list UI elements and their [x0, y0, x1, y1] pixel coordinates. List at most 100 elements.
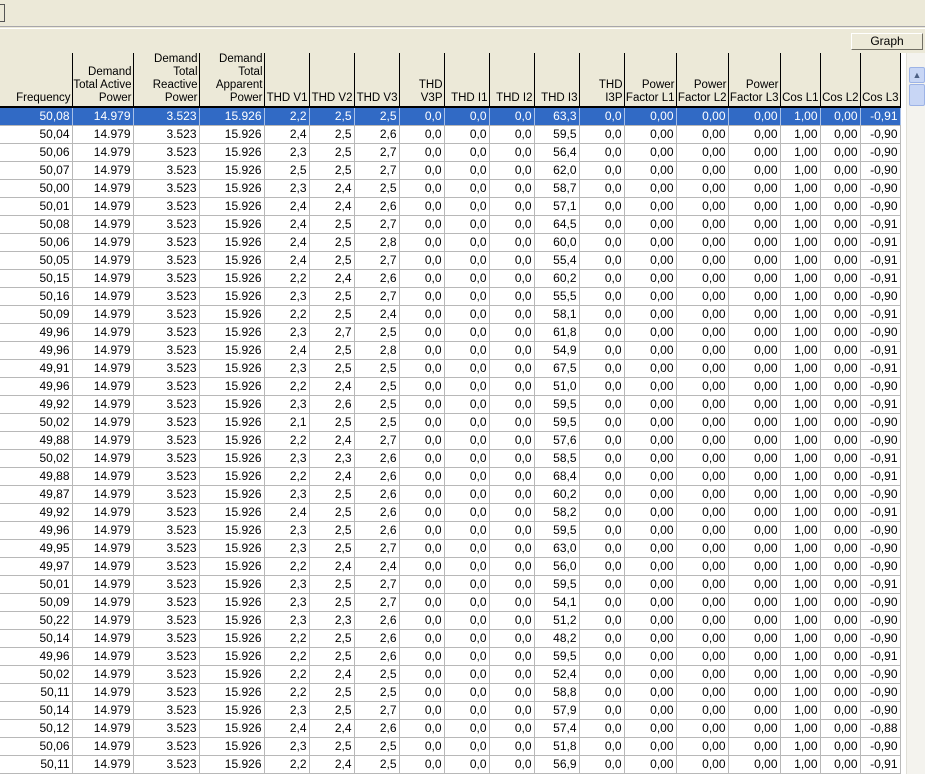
table-cell[interactable]: 0,00 [624, 143, 677, 162]
table-cell[interactable]: 0,00 [728, 539, 781, 558]
table-cell[interactable]: 14.979 [72, 683, 134, 702]
table-row[interactable]: 49,91 14.979 3.523 15.926 2,3 2,5 2,5 0,0 0,0 0,0… [0, 359, 901, 378]
table-cell[interactable]: 0,0 [399, 323, 445, 342]
table-cell[interactable]: 0,0 [579, 449, 625, 468]
table-cell[interactable]: -0,91 [860, 755, 901, 774]
table-cell[interactable]: 59,5 [534, 395, 580, 414]
table-cell[interactable]: 50,12 [0, 719, 73, 738]
table-cell[interactable]: 0,00 [624, 611, 677, 630]
table-row[interactable]: 50,06 14.979 3.523 15.926 2,3 2,5 2,5 0,0 0,0 0,0… [0, 737, 901, 756]
table-cell[interactable]: 0,0 [489, 197, 535, 216]
table-cell[interactable]: 0,00 [820, 341, 861, 360]
table-cell[interactable]: 2,4 [264, 233, 310, 252]
table-cell[interactable]: 56,4 [534, 143, 580, 162]
table-cell[interactable]: 0,00 [624, 413, 677, 432]
table-cell[interactable]: 64,5 [534, 215, 580, 234]
table-cell[interactable]: 0,00 [676, 467, 729, 486]
table-cell[interactable]: 3.523 [133, 755, 200, 774]
table-cell[interactable]: 0,0 [444, 431, 490, 450]
table-cell[interactable]: 2,7 [354, 287, 400, 306]
table-cell[interactable]: 0,00 [728, 431, 781, 450]
table-cell[interactable]: 0,0 [399, 701, 445, 720]
table-cell[interactable]: 58,1 [534, 305, 580, 324]
table-cell[interactable]: 56,0 [534, 557, 580, 576]
table-cell[interactable]: -0,90 [860, 125, 901, 144]
table-cell[interactable]: 0,0 [399, 179, 445, 198]
table-cell[interactable]: 0,0 [579, 719, 625, 738]
table-cell[interactable]: -0,91 [860, 305, 901, 324]
table-cell[interactable]: 15.926 [199, 197, 265, 216]
table-cell[interactable]: 2,6 [354, 611, 400, 630]
table-cell[interactable]: 59,5 [534, 647, 580, 666]
table-row[interactable]: 50,08 14.979 3.523 15.926 2,2 2,5 2,5 0,0 0,0 0,0… [0, 107, 901, 126]
table-cell[interactable]: 3.523 [133, 665, 200, 684]
table-cell[interactable]: 58,7 [534, 179, 580, 198]
table-cell[interactable]: 3.523 [133, 647, 200, 666]
table-row[interactable]: 50,15 14.979 3.523 15.926 2,2 2,4 2,6 0,0 0,0 0,0… [0, 269, 901, 288]
table-cell[interactable]: 0,00 [676, 359, 729, 378]
table-cell[interactable]: 49,91 [0, 359, 73, 378]
table-cell[interactable]: -0,90 [860, 431, 901, 450]
table-cell[interactable]: 0,0 [444, 377, 490, 396]
table-cell[interactable]: 50,02 [0, 665, 73, 684]
table-cell[interactable]: 14.979 [72, 197, 134, 216]
table-cell[interactable]: 2,4 [264, 503, 310, 522]
table-cell[interactable]: 14.979 [72, 701, 134, 720]
table-cell[interactable]: 14.979 [72, 233, 134, 252]
table-cell[interactable]: -0,90 [860, 485, 901, 504]
table-cell[interactable]: 2,7 [354, 593, 400, 612]
table-cell[interactable]: 2,3 [309, 449, 355, 468]
table-cell[interactable]: 0,00 [676, 197, 729, 216]
table-cell[interactable]: 0,00 [728, 143, 781, 162]
table-cell[interactable]: -0,91 [860, 251, 901, 270]
table-cell[interactable]: 50,14 [0, 701, 73, 720]
table-cell[interactable]: 0,00 [676, 449, 729, 468]
table-cell[interactable]: 57,1 [534, 197, 580, 216]
table-cell[interactable]: 0,0 [444, 125, 490, 144]
table-cell[interactable]: 0,00 [676, 125, 729, 144]
table-cell[interactable]: 0,00 [676, 323, 729, 342]
table-cell[interactable]: 0,00 [624, 269, 677, 288]
table-cell[interactable]: 0,0 [489, 449, 535, 468]
table-cell[interactable]: -0,88 [860, 719, 901, 738]
table-cell[interactable]: 0,0 [399, 197, 445, 216]
table-cell[interactable]: 0,0 [489, 269, 535, 288]
table-cell[interactable]: 1,00 [780, 467, 821, 486]
table-cell[interactable]: 0,00 [820, 629, 861, 648]
table-cell[interactable]: 0,00 [728, 341, 781, 360]
table-cell[interactable]: 2,5 [354, 107, 400, 126]
table-cell[interactable]: 15.926 [199, 341, 265, 360]
table-cell[interactable]: 2,4 [264, 341, 310, 360]
table-row[interactable]: 50,22 14.979 3.523 15.926 2,3 2,3 2,6 0,0 0,0 0,0… [0, 611, 901, 630]
table-cell[interactable]: 0,00 [624, 215, 677, 234]
table-cell[interactable]: 15.926 [199, 395, 265, 414]
table-cell[interactable]: 0,00 [676, 683, 729, 702]
column-header[interactable]: THD I1 [444, 53, 490, 108]
table-cell[interactable]: 0,00 [624, 575, 677, 594]
column-header[interactable]: Demand Total Apparent Power [199, 53, 265, 108]
table-cell[interactable]: 50,22 [0, 611, 73, 630]
table-cell[interactable]: 2,4 [354, 305, 400, 324]
table-cell[interactable]: 0,00 [820, 521, 861, 540]
table-cell[interactable]: 0,00 [624, 323, 677, 342]
table-cell[interactable]: 0,00 [820, 395, 861, 414]
table-cell[interactable]: -0,91 [860, 107, 901, 126]
table-cell[interactable]: 0,0 [579, 377, 625, 396]
table-cell[interactable]: 1,00 [780, 233, 821, 252]
table-cell[interactable]: 0,0 [399, 629, 445, 648]
table-cell[interactable]: 0,0 [444, 485, 490, 504]
table-cell[interactable]: 0,0 [579, 701, 625, 720]
table-cell[interactable]: 0,00 [728, 197, 781, 216]
table-cell[interactable]: -0,90 [860, 197, 901, 216]
table-cell[interactable]: 0,0 [444, 755, 490, 774]
table-cell[interactable]: 0,00 [624, 629, 677, 648]
table-cell[interactable]: 59,5 [534, 413, 580, 432]
table-cell[interactable]: 15.926 [199, 683, 265, 702]
table-cell[interactable]: 15.926 [199, 467, 265, 486]
table-cell[interactable]: 0,0 [444, 449, 490, 468]
table-cell[interactable]: 0,00 [676, 287, 729, 306]
table-cell[interactable]: 0,00 [676, 593, 729, 612]
table-cell[interactable]: 3.523 [133, 575, 200, 594]
table-cell[interactable]: 0,0 [444, 233, 490, 252]
table-cell[interactable]: 49,88 [0, 431, 73, 450]
